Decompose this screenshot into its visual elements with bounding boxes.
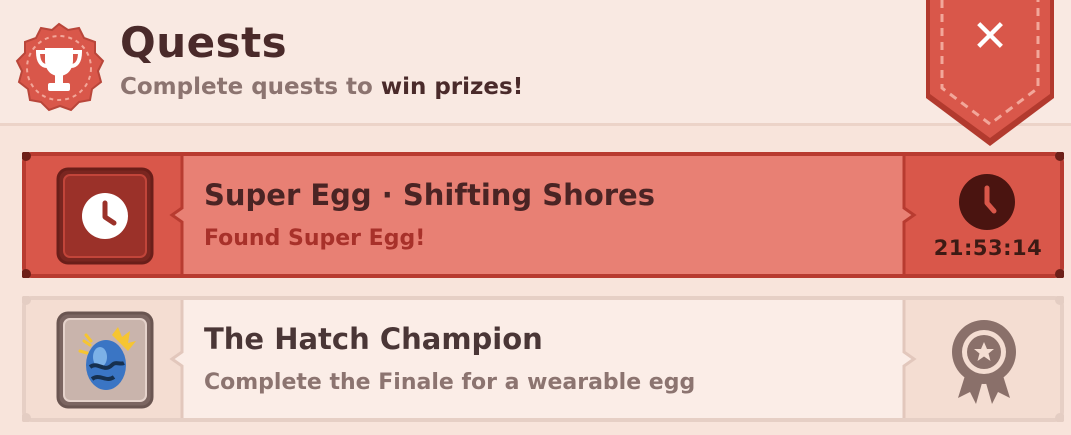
- quest-card-frame: [22, 152, 1064, 278]
- quest-subtitle: Found Super Egg!: [204, 226, 426, 251]
- quest-title: Super Egg · Shifting Shores: [204, 178, 655, 212]
- quests-panel: Quests Complete quests to win prizes! ✕: [0, 0, 1071, 435]
- quest-card-frame: [22, 296, 1064, 422]
- quest-card-hatch-champion[interactable]: The Hatch Champion Complete the Finale f…: [22, 296, 1064, 422]
- trophy-icon: [15, 22, 105, 112]
- award-ribbon-icon: [952, 320, 1016, 404]
- page-subtitle: Complete quests to win prizes!: [120, 74, 523, 100]
- quest-title: The Hatch Champion: [204, 322, 543, 356]
- close-icon: ✕: [971, 11, 1009, 62]
- quests-header: Quests Complete quests to win prizes!: [0, 0, 1071, 126]
- subtitle-text: Complete quests to: [120, 74, 381, 100]
- clock-icon: [56, 167, 154, 265]
- egg-icon: [56, 311, 154, 409]
- page-title: Quests: [120, 18, 288, 67]
- quest-timer: 21:53:14: [933, 236, 1043, 260]
- close-button[interactable]: ✕: [922, 0, 1058, 150]
- quest-card-super-egg[interactable]: Super Egg · Shifting Shores Found Super …: [22, 152, 1064, 278]
- timer-clock-icon: [959, 174, 1015, 230]
- subtitle-emphasis: win prizes!: [380, 74, 524, 100]
- quest-subtitle: Complete the Finale for a wearable egg: [204, 370, 696, 395]
